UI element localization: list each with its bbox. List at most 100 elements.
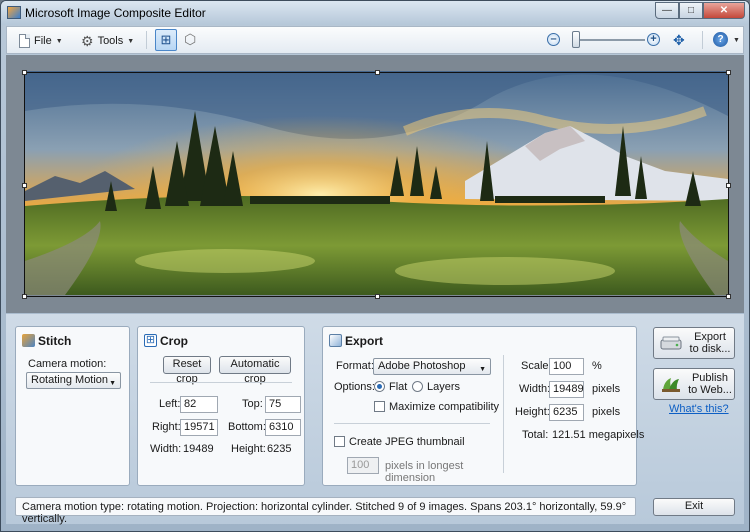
app-window: Microsoft Image Composite Editor — □ ✕ F… [0,0,750,532]
export-height-field[interactable]: 6235 [549,404,584,421]
maximize-icon[interactable]: □ [679,2,703,19]
chevron-down-icon: ▼ [109,380,116,387]
camera-motion-value: Rotating Motion [31,374,109,386]
tools-menu[interactable]: ⚙ Tools ▼ [81,31,134,51]
crop-left-field[interactable]: 82 [180,396,218,413]
thumbnail-unit-line1: pixels in longest [385,460,464,472]
crop-handle-right[interactable] [726,183,731,188]
options-label: Options: [334,381,375,393]
disk-drive-icon [660,336,682,350]
crop-handle-top-left[interactable] [22,70,27,75]
create-jpeg-thumbnail-label: Create JPEG thumbnail [349,436,465,448]
format-label: Format: [336,360,374,372]
crop-handle-bottom-right[interactable] [726,294,731,299]
file-menu[interactable]: File ▼ [19,31,63,51]
camera-motion-select[interactable]: Rotating Motion ▼ [26,372,121,389]
crop-handle-top[interactable] [375,70,380,75]
total-label: Total: [522,429,549,441]
export-divider [334,423,490,424]
export-width-field[interactable]: 19489 [549,381,584,398]
export-vertical-divider [503,355,504,473]
export-height-unit: pixels [592,406,621,418]
crop-right-label: Right: [152,421,181,433]
toolbar-divider [702,31,703,49]
crop-height-value: 6235 [267,443,292,455]
window-controls: — □ ✕ [655,2,745,19]
export-title: Export [345,334,384,348]
chevron-down-icon: ▼ [479,366,486,373]
title-bar: Microsoft Image Composite Editor — □ ✕ [1,1,749,25]
preview-canvas[interactable] [6,55,744,313]
flat-label: Flat [389,381,408,393]
fit-to-window-icon[interactable]: ✥ [673,32,685,49]
export-to-disk-line1: Export [694,331,726,343]
minimize-icon[interactable]: — [655,2,679,19]
crop-title: Crop [160,334,188,348]
zoom-in-icon[interactable]: + [647,33,660,46]
export-height-label: Height: [515,406,550,418]
help-icon[interactable]: ? [713,32,728,47]
crop-divider [150,382,292,383]
publish-to-web-button[interactable]: Publish to Web... [653,368,735,400]
create-jpeg-thumbnail-checkbox[interactable] [334,436,345,447]
layers-radio[interactable] [412,381,423,392]
scale-label: Scale: [521,360,552,372]
crop-handle-bottom[interactable] [375,294,380,299]
crop-tool-icon[interactable]: ⊞ [155,29,177,51]
export-to-disk-button[interactable]: Export to disk... [653,327,735,359]
thumbnail-size-field[interactable]: 100 [347,457,379,474]
crop-handle-left[interactable] [22,183,27,188]
settings-area: Stitch Camera motion: Rotating Motion ▼ … [6,314,744,525]
toolbar-divider [146,31,147,49]
crop-handle-bottom-left[interactable] [22,294,27,299]
chevron-down-icon[interactable]: ▼ [733,37,740,44]
crop-bottom-label: Bottom: [228,421,266,433]
scale-field[interactable]: 100 [549,358,584,375]
zoom-slider-thumb[interactable] [572,31,580,48]
export-width-label: Width: [519,383,551,395]
zoom-out-icon[interactable]: – [547,33,560,46]
zoom-slider-track[interactable] [573,39,645,41]
export-panel: Export Format: Adobe Photoshop ▼ Options… [322,326,644,486]
crop-bottom-field[interactable]: 6310 [265,419,301,436]
export-icon [329,334,342,347]
window-title: Microsoft Image Composite Editor [25,6,206,20]
close-icon[interactable]: ✕ [703,2,745,19]
chevron-down-icon: ▼ [55,37,63,45]
format-value: Adobe Photoshop [378,360,466,372]
file-menu-label: File [34,35,52,47]
scale-unit: % [592,360,602,372]
stitch-panel: Stitch Camera motion: Rotating Motion ▼ [15,326,130,486]
maximize-compatibility-checkbox[interactable] [374,401,385,412]
crop-handle-top-right[interactable] [726,70,731,75]
crop-right-field[interactable]: 19571 [180,419,218,436]
status-bar: Camera motion type: rotating motion. Pro… [15,497,636,525]
publish-to-web-line2: to Web... [688,384,732,396]
3d-view-icon[interactable]: ⬡ [184,31,196,48]
chevron-down-icon: ▼ [127,37,135,45]
format-select[interactable]: Adobe Photoshop ▼ [373,358,491,375]
reset-crop-button[interactable]: Reset crop [163,356,211,385]
crop-top-label: Top: [242,398,263,410]
publish-web-icon [662,378,680,392]
export-to-disk-line2: to disk... [689,343,731,355]
flat-radio[interactable] [374,381,385,392]
crop-left-label: Left: [159,398,181,410]
stitch-icon [22,334,35,347]
crop-panel: ⊞ Crop Reset crop Automatic crop Left: 8… [137,326,305,486]
publish-to-web-line1: Publish [691,372,729,384]
file-icon [19,34,30,48]
whats-this-link[interactable]: What's this? [669,403,729,415]
stitch-title: Stitch [38,334,72,348]
tools-menu-label: Tools [97,35,124,47]
exit-button[interactable]: Exit [653,498,735,516]
maximize-compatibility-label: Maximize compatibility [389,401,500,413]
export-width-unit: pixels [592,383,621,395]
toolbar: File ▼ ⚙ Tools ▼ ⊞ ⬡ – + ✥ ? ▼ [6,26,744,54]
thumbnail-unit-line2: dimension [385,472,436,484]
crop-width-label: Width: [150,443,182,455]
camera-motion-label: Camera motion: [28,358,107,370]
automatic-crop-button[interactable]: Automatic crop [219,356,291,385]
crop-top-field[interactable]: 75 [265,396,301,413]
crop-frame[interactable] [22,70,731,299]
